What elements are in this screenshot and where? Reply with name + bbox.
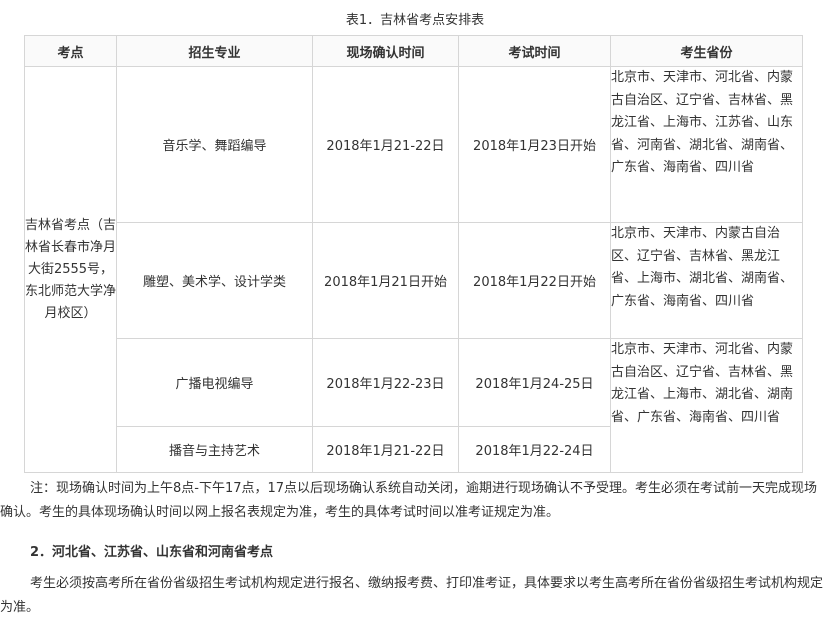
provinces-cell: 北京市、天津市、内蒙古自治区、辽宁省、吉林省、黑龙江省、上海市、湖北省、湖南省、… [610, 222, 803, 339]
confirm-time-cell: 2018年1月21日开始 [312, 222, 459, 339]
provinces-cell: 北京市、天津市、河北省、内蒙古自治区、辽宁省、吉林省、黑龙江省、上海市、江苏省、… [610, 66, 803, 223]
note-paragraph: 注：现场确认时间为上午8点-下午17点，17点以后现场确认系统自动关闭，逾期进行… [0, 481, 818, 520]
section-heading: 2．河北省、江苏省、山东省和河南省考点 [30, 545, 274, 560]
site-cell: 吉林省考点（吉林省长春市净月大街2555号，东北师范大学净月校区） [24, 66, 117, 473]
body-paragraph: 考生必须按高考所在省份省级招生考试机构规定进行报名、缴纳报考费、打印准考证，具体… [0, 576, 824, 615]
table-caption: 表1．吉林省考点安排表 [345, 13, 485, 28]
exam-time-cell: 2018年1月22-24日 [458, 426, 611, 473]
major-cell: 播音与主持艺术 [116, 426, 313, 473]
confirm-time-cell: 2018年1月21-22日 [312, 426, 459, 473]
exam-site-table: 考点 招生专业 现场确认时间 考试时间 考生省份 吉林省考点（吉林省长春市净月大… [24, 35, 803, 473]
major-cell: 广播电视编导 [116, 338, 313, 427]
header-site: 考点 [24, 35, 117, 67]
major-cell: 雕塑、美术学、设计学类 [116, 222, 313, 339]
header-confirm-time: 现场确认时间 [312, 35, 459, 67]
table-row: 吉林省考点（吉林省长春市净月大街2555号，东北师范大学净月校区） 音乐学、舞蹈… [24, 66, 803, 473]
table-row: 雕塑、美术学、设计学类 2018年1月21日开始 2018年1月22日开始 北京… [25, 222, 803, 339]
header-exam-time: 考试时间 [458, 35, 611, 67]
major-cell: 音乐学、舞蹈编导 [116, 66, 313, 223]
table-header-row: 考点 招生专业 现场确认时间 考试时间 考生省份 [24, 35, 803, 67]
confirm-time-cell: 2018年1月22-23日 [312, 338, 459, 427]
exam-time-cell: 2018年1月22日开始 [458, 222, 611, 339]
header-provinces: 考生省份 [610, 35, 803, 67]
table-row: 广播电视编导 2018年1月22-23日 2018年1月24-25日 北京市、天… [25, 338, 803, 473]
provinces-cell: 北京市、天津市、河北省、内蒙古自治区、辽宁省、吉林省、黑龙江省、上海市、湖北省、… [610, 338, 803, 473]
header-major: 招生专业 [116, 35, 313, 67]
exam-time-cell: 2018年1月23日开始 [458, 66, 611, 223]
confirm-time-cell: 2018年1月21-22日 [312, 66, 459, 223]
exam-time-cell: 2018年1月24-25日 [458, 338, 611, 427]
